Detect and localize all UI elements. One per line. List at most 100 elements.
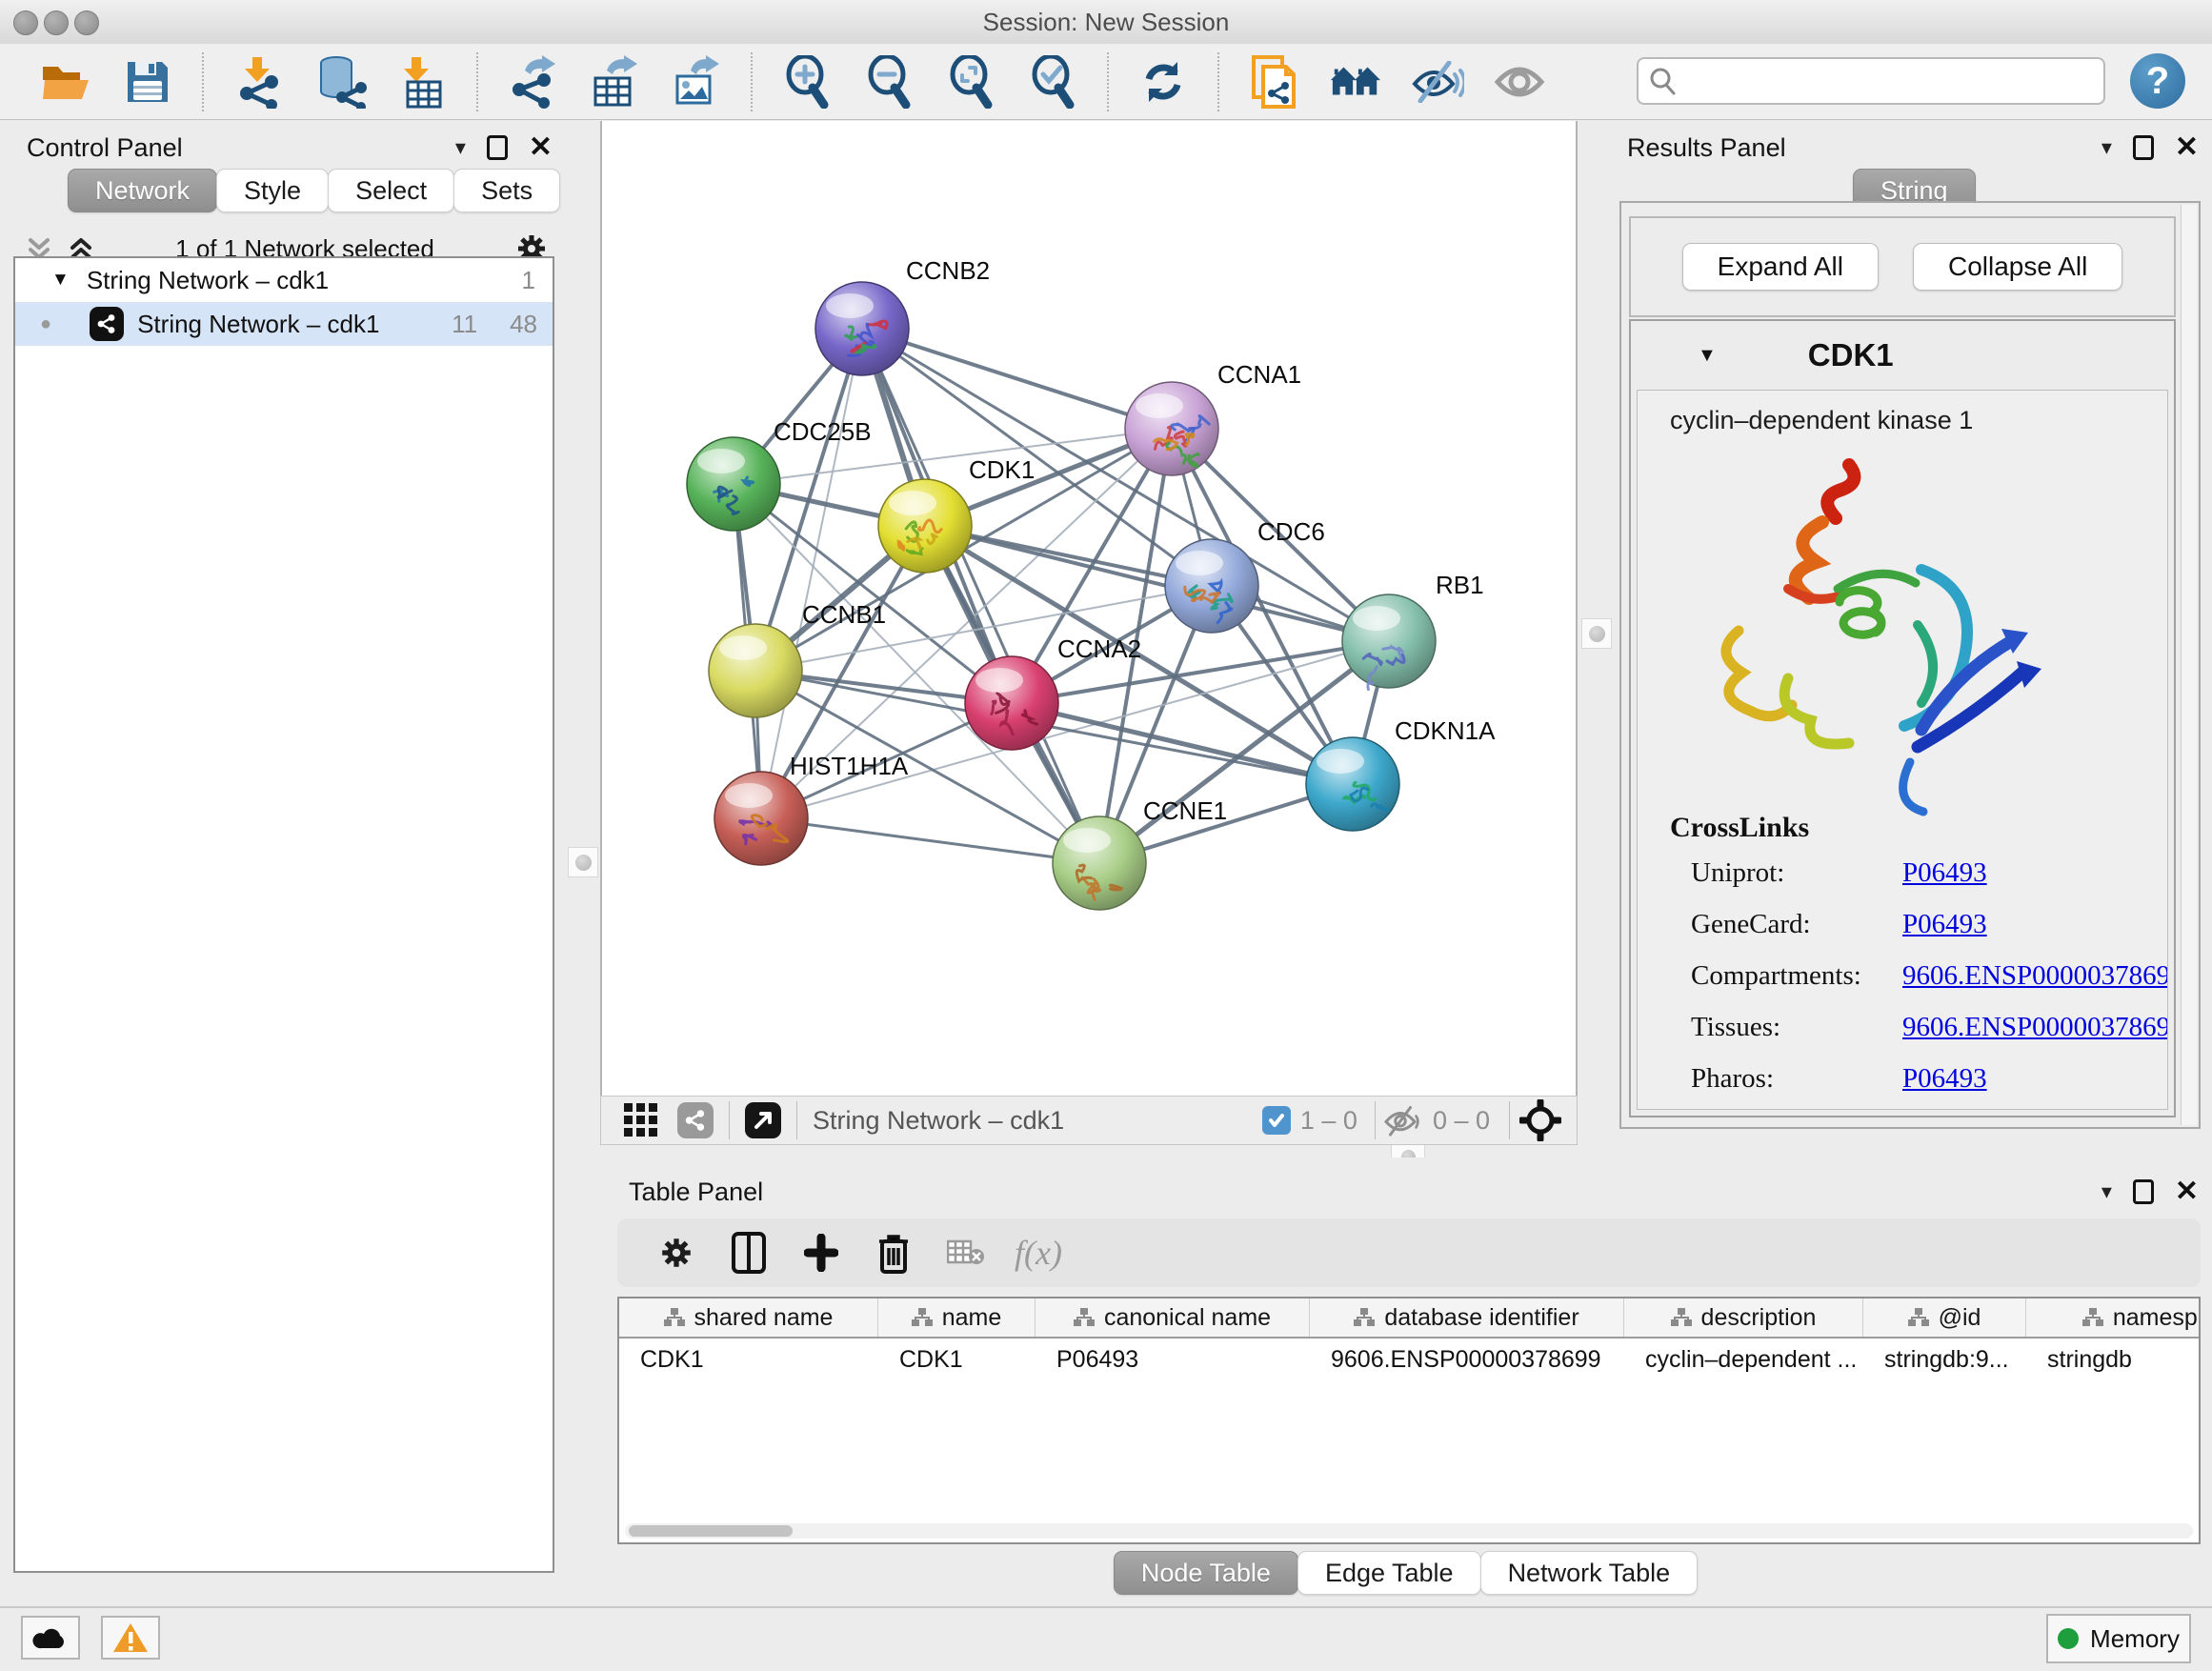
crosslink-compartments-link[interactable]: 9606.ENSP00000378699 [1902, 960, 2168, 992]
network-node-CDKN1A[interactable]: CDKN1A [1306, 716, 1496, 831]
table-cell[interactable]: CDK1 [619, 1339, 878, 1380]
table-cell[interactable]: 9606.ENSP00000378699 [1310, 1339, 1624, 1380]
table-cell[interactable]: stringdb:9... [1863, 1339, 2026, 1380]
open-in-window-button[interactable] [745, 1102, 781, 1138]
network-node-CDC6[interactable]: CDC6 [1165, 517, 1325, 633]
network-edge[interactable] [862, 329, 1172, 429]
zoom-out-button[interactable] [862, 53, 915, 111]
cloud-status-button[interactable] [21, 1616, 80, 1660]
column-header-name[interactable]: name [878, 1299, 1036, 1337]
column-header-description[interactable]: description [1624, 1299, 1863, 1337]
right-splitter[interactable] [1578, 121, 1614, 1146]
table-cell[interactable]: cyclin–dependent ... [1624, 1339, 1863, 1380]
network-edge[interactable] [761, 818, 1099, 863]
crosslink-genecard-link[interactable]: P06493 [1902, 909, 1987, 940]
network-row[interactable]: ● String Network – cdk1 11 48 [15, 302, 553, 346]
selected-checkbox-icon[interactable] [1262, 1106, 1291, 1135]
node-table[interactable]: shared namenamecanonical namedatabase id… [617, 1297, 2201, 1544]
column-header--id[interactable]: @id [1863, 1299, 2026, 1337]
function-builder-button[interactable]: f(x) [1014, 1228, 1063, 1278]
export-table-button[interactable] [588, 53, 641, 111]
results-panel: Results Panel ▾ ✕ String Expand All Coll… [1614, 121, 2212, 1146]
network-collection-row[interactable]: ▼ String Network – cdk1 1 [15, 258, 553, 302]
help-button[interactable]: ? [2130, 53, 2185, 109]
scrollbar-thumb[interactable] [629, 1525, 793, 1537]
collapse-all-button[interactable]: Collapse All [1913, 243, 2122, 291]
zoom-in-button[interactable] [780, 53, 834, 111]
panel-menu-icon[interactable]: ▾ [2101, 137, 2112, 158]
panel-menu-icon[interactable]: ▾ [455, 137, 466, 158]
network-from-selection-button[interactable] [1247, 53, 1300, 111]
export-network-button[interactable] [506, 53, 559, 111]
network-graph[interactable]: CCNB2CCNA1CDC25BCDK1CDC6RB1CCNB1CCNA2CDK… [602, 121, 1576, 1096]
show-columns-button[interactable] [724, 1228, 774, 1278]
tab-sets[interactable]: Sets [453, 169, 560, 212]
table-cell[interactable]: P06493 [1036, 1339, 1310, 1380]
network-node-CCNB1[interactable]: CCNB1 [709, 600, 886, 717]
left-splitter-grip[interactable] [568, 847, 598, 877]
results-vertical-scrollbar[interactable] [2181, 205, 2197, 1125]
string-view-chip[interactable] [677, 1102, 714, 1138]
open-session-button[interactable] [39, 53, 92, 111]
tab-select[interactable]: Select [328, 169, 454, 212]
column-header-shared-name[interactable]: shared name [619, 1299, 878, 1337]
export-image-button[interactable] [670, 53, 723, 111]
apply-layout-button[interactable] [1136, 53, 1190, 111]
column-header-database-identifier[interactable]: database identifier [1310, 1299, 1624, 1337]
table-cell[interactable]: CDK1 [878, 1339, 1036, 1380]
tab-network-table[interactable]: Network Table [1480, 1551, 1699, 1595]
table-settings-button[interactable] [652, 1228, 701, 1278]
import-network-from-file-button[interactable] [231, 53, 285, 111]
column-header-canonical-name[interactable]: canonical name [1036, 1299, 1310, 1337]
show-all-button[interactable] [1493, 53, 1546, 111]
expand-all-button[interactable]: Expand All [1682, 243, 1879, 291]
panel-menu-icon[interactable]: ▾ [2101, 1181, 2112, 1202]
section-expander-icon[interactable]: ▼ [1698, 345, 1717, 367]
memory-button[interactable]: Memory [2046, 1614, 2191, 1663]
clear-table-button[interactable] [941, 1228, 991, 1278]
network-node-CCNA1[interactable]: CCNA1 [1125, 360, 1301, 475]
crosslink-pharos-link[interactable]: P06493 [1902, 1063, 1987, 1095]
crosshair-icon[interactable] [1519, 1099, 1561, 1141]
close-panel-icon[interactable]: ✕ [2175, 1178, 2199, 1206]
tab-node-table[interactable]: Node Table [1114, 1551, 1298, 1595]
network-edge[interactable] [862, 329, 1099, 863]
left-splitter[interactable] [564, 121, 600, 1575]
warning-status-button[interactable] [101, 1616, 160, 1660]
zoom-selected-button[interactable] [1026, 53, 1079, 111]
float-panel-icon[interactable] [487, 135, 508, 160]
network-node-HIST1H1A[interactable]: HIST1H1A [714, 752, 909, 865]
import-network-from-database-button[interactable] [313, 53, 367, 111]
birdseye-grid-button[interactable] [616, 1096, 666, 1145]
table-row[interactable]: CDK1CDK1P064939606.ENSP00000378699cyclin… [619, 1339, 2201, 1380]
float-panel-icon[interactable] [2133, 135, 2154, 160]
add-column-button[interactable] [796, 1228, 846, 1278]
tab-style[interactable]: Style [216, 169, 329, 212]
hide-selected-button[interactable] [1411, 53, 1464, 111]
save-session-button[interactable] [121, 53, 174, 111]
network-node-CDK1[interactable]: CDK1 [878, 455, 1035, 573]
import-table-from-file-button[interactable] [395, 53, 449, 111]
warning-triangle-icon [111, 1621, 150, 1654]
first-neighbors-button[interactable] [1329, 53, 1382, 111]
search-box[interactable] [1637, 57, 2105, 105]
crosslink-tissues-link[interactable]: 9606.ENSP00000378699 [1902, 1012, 2168, 1043]
network-canvas[interactable]: CCNB2CCNA1CDC25BCDK1CDC6RB1CCNB1CCNA2CDK… [600, 121, 1578, 1096]
search-input[interactable] [1677, 66, 2094, 97]
close-panel-icon[interactable]: ✕ [2175, 133, 2199, 162]
network-node-CDC25B[interactable]: CDC25B [687, 417, 872, 531]
table-horizontal-scrollbar[interactable] [625, 1523, 2193, 1539]
fit-content-button[interactable] [944, 53, 997, 111]
network-node-RB1[interactable]: RB1 [1342, 571, 1484, 690]
tab-network[interactable]: Network [68, 169, 217, 212]
float-panel-icon[interactable] [2133, 1179, 2154, 1204]
delete-column-button[interactable] [869, 1228, 918, 1278]
right-splitter-grip[interactable] [1581, 618, 1612, 649]
title-bar: Session: New Session [0, 0, 2212, 45]
crosslink-uniprot-link[interactable]: P06493 [1902, 857, 1987, 889]
table-cell[interactable]: stringdb [2026, 1339, 2201, 1380]
tab-edge-table[interactable]: Edge Table [1297, 1551, 1481, 1595]
close-panel-icon[interactable]: ✕ [529, 133, 553, 162]
tree-expander-icon[interactable]: ▼ [51, 270, 70, 291]
column-header-namespace[interactable]: namespace [2026, 1299, 2201, 1337]
